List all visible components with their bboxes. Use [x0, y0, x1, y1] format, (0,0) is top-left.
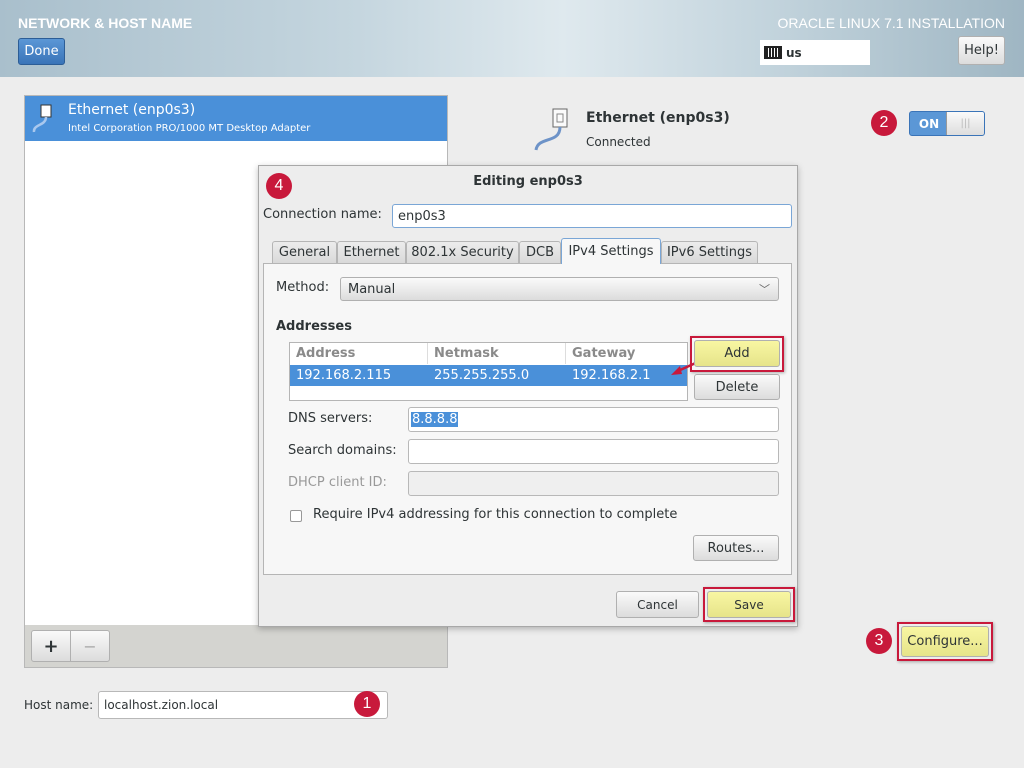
keyboard-layout-label: us	[786, 45, 802, 60]
tab-ipv6-settings[interactable]: IPv6 Settings	[661, 241, 758, 263]
device-list-toolbar: + −	[24, 625, 448, 668]
search-domains-label: Search domains:	[288, 443, 397, 458]
page-title: NETWORK & HOST NAME	[18, 15, 193, 31]
keyboard-icon	[764, 46, 782, 59]
device-detail-name: Ethernet (enp0s3)	[586, 110, 730, 126]
chevron-down-icon: ﹀	[759, 283, 770, 296]
addresses-heading: Addresses	[276, 319, 352, 334]
require-ipv4-label[interactable]: Require IPv4 addressing for this connect…	[313, 507, 677, 522]
ethernet-icon	[534, 108, 568, 151]
add-device-button[interactable]: +	[31, 630, 71, 662]
add-address-button[interactable]: Add	[694, 340, 780, 367]
dns-servers-label: DNS servers:	[288, 411, 373, 426]
connection-name-label: Connection name:	[263, 207, 382, 222]
addresses-table: Address Netmask Gateway 192.168.2.115 25…	[289, 342, 688, 401]
tab-ipv4-settings[interactable]: IPv4 Settings	[561, 238, 661, 264]
dhcp-client-id-label: DHCP client ID:	[288, 475, 387, 490]
toggle-handle[interactable]: |||	[946, 112, 984, 135]
annotation-badge: 4	[266, 173, 292, 199]
toggle-label: ON	[918, 116, 940, 131]
cancel-button[interactable]: Cancel	[616, 591, 699, 618]
column-header-address[interactable]: Address	[290, 343, 428, 364]
method-select[interactable]: Manual ﹀	[340, 277, 779, 301]
dhcp-client-id-input[interactable]	[408, 471, 779, 496]
method-label: Method:	[276, 280, 330, 295]
ethernet-icon	[32, 104, 52, 133]
cell-netmask[interactable]: 255.255.255.0	[428, 365, 529, 386]
dns-servers-value: 8.8.8.8	[411, 412, 459, 427]
cell-address[interactable]: 192.168.2.115	[290, 365, 391, 386]
host-name-label: Host name:	[24, 698, 94, 712]
header: NETWORK & HOST NAME Done ORACLE LINUX 7.…	[0, 0, 1024, 77]
connection-name-input[interactable]: enp0s3	[392, 204, 792, 228]
tab-ethernet[interactable]: Ethernet	[337, 241, 406, 263]
tab-8021x-security[interactable]: 802.1x Security	[406, 241, 519, 263]
help-button[interactable]: Help!	[958, 36, 1005, 65]
annotation-badge: 1	[354, 691, 380, 717]
connection-status: Connected	[586, 135, 651, 149]
tab-dcb[interactable]: DCB	[519, 241, 561, 263]
method-value: Manual	[348, 281, 396, 297]
device-list-item[interactable]: Ethernet (enp0s3) Intel Corporation PRO/…	[25, 96, 447, 141]
routes-button[interactable]: Routes...	[693, 535, 779, 561]
cell-gateway[interactable]: 192.168.2.1	[566, 365, 651, 386]
column-header-netmask[interactable]: Netmask	[428, 343, 566, 364]
host-name-input[interactable]: localhost.zion.local	[98, 691, 388, 719]
remove-device-button[interactable]: −	[70, 630, 110, 662]
product-title: ORACLE LINUX 7.1 INSTALLATION	[777, 15, 1005, 31]
dialog-title: Editing enp0s3	[473, 174, 583, 189]
device-name: Ethernet (enp0s3)	[68, 102, 196, 118]
device-description: Intel Corporation PRO/1000 MT Desktop Ad…	[68, 123, 311, 134]
annotation-badge: 3	[866, 628, 892, 654]
dns-servers-input[interactable]: 8.8.8.8	[408, 407, 779, 432]
done-button[interactable]: Done	[18, 38, 65, 65]
save-button[interactable]: Save	[707, 591, 791, 618]
connection-toggle[interactable]: ON |||	[909, 111, 985, 136]
require-ipv4-checkbox[interactable]	[290, 510, 302, 522]
keyboard-layout-indicator[interactable]: us	[760, 40, 870, 65]
search-domains-input[interactable]	[408, 439, 779, 464]
delete-address-button[interactable]: Delete	[694, 374, 780, 400]
tab-general[interactable]: General	[272, 241, 337, 263]
annotation-badge: 2	[871, 110, 897, 136]
configure-button[interactable]: Configure...	[901, 626, 989, 657]
